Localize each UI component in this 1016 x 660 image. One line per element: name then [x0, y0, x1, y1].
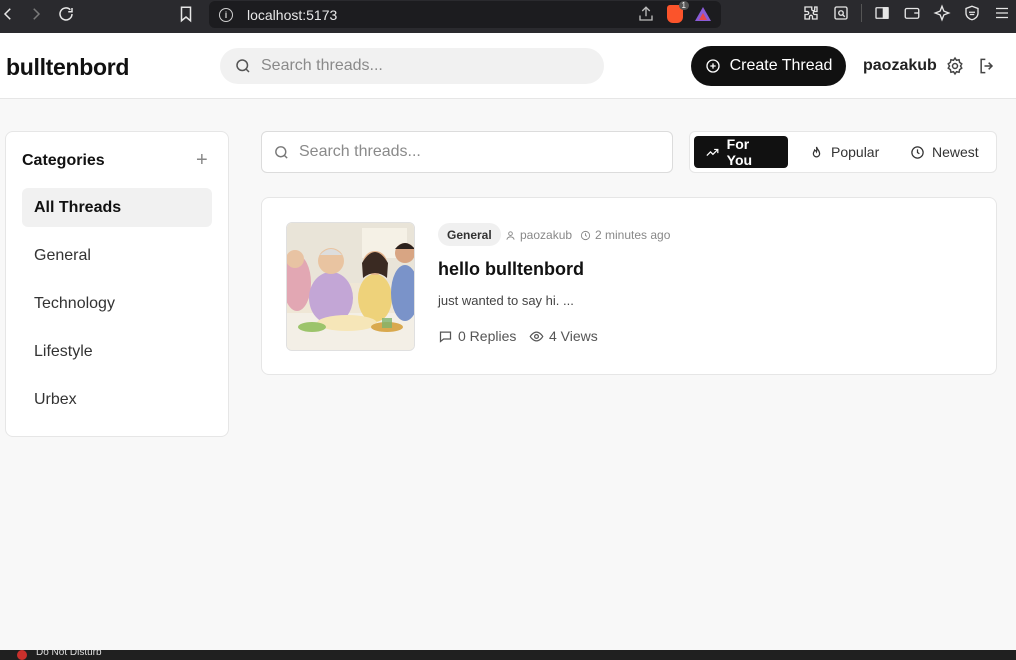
- site-info-icon[interactable]: i: [219, 7, 233, 22]
- categories-title: Categories: [22, 152, 105, 169]
- address-bar[interactable]: i localhost:5173 1: [209, 1, 721, 28]
- menu-icon[interactable]: [992, 3, 1012, 23]
- add-category-icon[interactable]: +: [196, 150, 208, 170]
- username[interactable]: paozakub: [863, 57, 937, 75]
- browser-toolbar: i localhost:5173 1: [0, 0, 1016, 33]
- tab-popular-label: Popular: [831, 144, 880, 160]
- thread-author-name: paozakub: [520, 228, 573, 242]
- thread-timestamp: 2 minutes ago: [580, 228, 670, 242]
- category-all-threads[interactable]: All Threads: [22, 188, 212, 227]
- header-search: [220, 48, 604, 84]
- clock-icon: [911, 145, 924, 159]
- user-icon: [506, 230, 515, 240]
- thread-thumbnail: [286, 222, 415, 351]
- search-icon: [275, 145, 288, 159]
- replies-text: 0 Replies: [458, 328, 517, 344]
- flame-icon: [812, 146, 821, 157]
- share-icon[interactable]: [637, 5, 655, 23]
- thread-card[interactable]: General paozakub 2 minutes ago hello bul…: [261, 197, 997, 375]
- reader-mode-icon[interactable]: [831, 3, 851, 23]
- category-badge[interactable]: General: [438, 223, 501, 246]
- category-technology[interactable]: Technology: [22, 284, 212, 323]
- brave-rewards-icon[interactable]: [695, 7, 711, 21]
- do-not-disturb-text: Do Not Disturb: [36, 650, 102, 658]
- replies-count: 0 Replies: [438, 328, 516, 344]
- comment-icon: [439, 331, 452, 343]
- url-text: localhost:5173: [247, 6, 338, 23]
- thread-search-input[interactable]: [299, 143, 659, 161]
- thread-search: [261, 131, 673, 173]
- thread-author[interactable]: paozakub: [505, 228, 572, 242]
- os-taskbar: Do Not Disturb: [0, 650, 1016, 660]
- tab-for-you[interactable]: For You: [694, 136, 788, 168]
- bookmark-icon[interactable]: [172, 0, 200, 28]
- category-general[interactable]: General: [22, 236, 212, 275]
- create-thread-button[interactable]: Create Thread: [691, 46, 846, 86]
- shields-count-badge: 1: [678, 1, 689, 10]
- thread-time-text: 2 minutes ago: [595, 228, 671, 242]
- back-icon[interactable]: [0, 0, 22, 28]
- header-search-input[interactable]: [261, 57, 581, 75]
- search-icon: [236, 59, 250, 73]
- app-header: bulltenbord Create Thread paozakub: [0, 33, 1016, 99]
- eye-icon: [529, 330, 544, 342]
- clock-icon: [580, 230, 591, 240]
- categories-panel: Categories + All Threads General Technol…: [5, 131, 229, 437]
- views-count: 4 Views: [529, 328, 598, 344]
- trending-up-icon: [706, 148, 719, 156]
- category-lifestyle[interactable]: Lifestyle: [22, 332, 212, 371]
- forward-icon[interactable]: [22, 0, 50, 28]
- sidebar-toggle-icon[interactable]: [872, 3, 892, 23]
- sort-tabs: For You Popular Newest: [689, 131, 997, 173]
- do-not-disturb-icon[interactable]: [17, 650, 27, 660]
- category-urbex[interactable]: Urbex: [22, 380, 212, 419]
- plus-circle-icon: [705, 59, 720, 73]
- thread-excerpt: just wanted to say hi. ...: [438, 293, 574, 308]
- vpn-shield-icon[interactable]: [962, 3, 982, 23]
- create-thread-label: Create Thread: [729, 57, 833, 74]
- leo-ai-icon[interactable]: [932, 3, 952, 23]
- toolbar-divider: [861, 4, 862, 22]
- extensions-icon[interactable]: [801, 3, 821, 23]
- site-logo[interactable]: bulltenbord: [6, 54, 129, 81]
- logout-icon[interactable]: [977, 56, 997, 76]
- wallet-icon[interactable]: [902, 3, 922, 23]
- thread-title[interactable]: hello bulltenbord: [438, 259, 584, 280]
- views-text: 4 Views: [549, 328, 598, 344]
- settings-icon[interactable]: [945, 56, 965, 76]
- tab-newest[interactable]: Newest: [899, 136, 990, 168]
- brave-shields-icon[interactable]: 1: [667, 1, 689, 23]
- reload-icon[interactable]: [52, 0, 80, 28]
- tab-popular[interactable]: Popular: [798, 136, 890, 168]
- tab-newest-label: Newest: [932, 144, 979, 160]
- tab-for-you-label: For You: [726, 136, 753, 168]
